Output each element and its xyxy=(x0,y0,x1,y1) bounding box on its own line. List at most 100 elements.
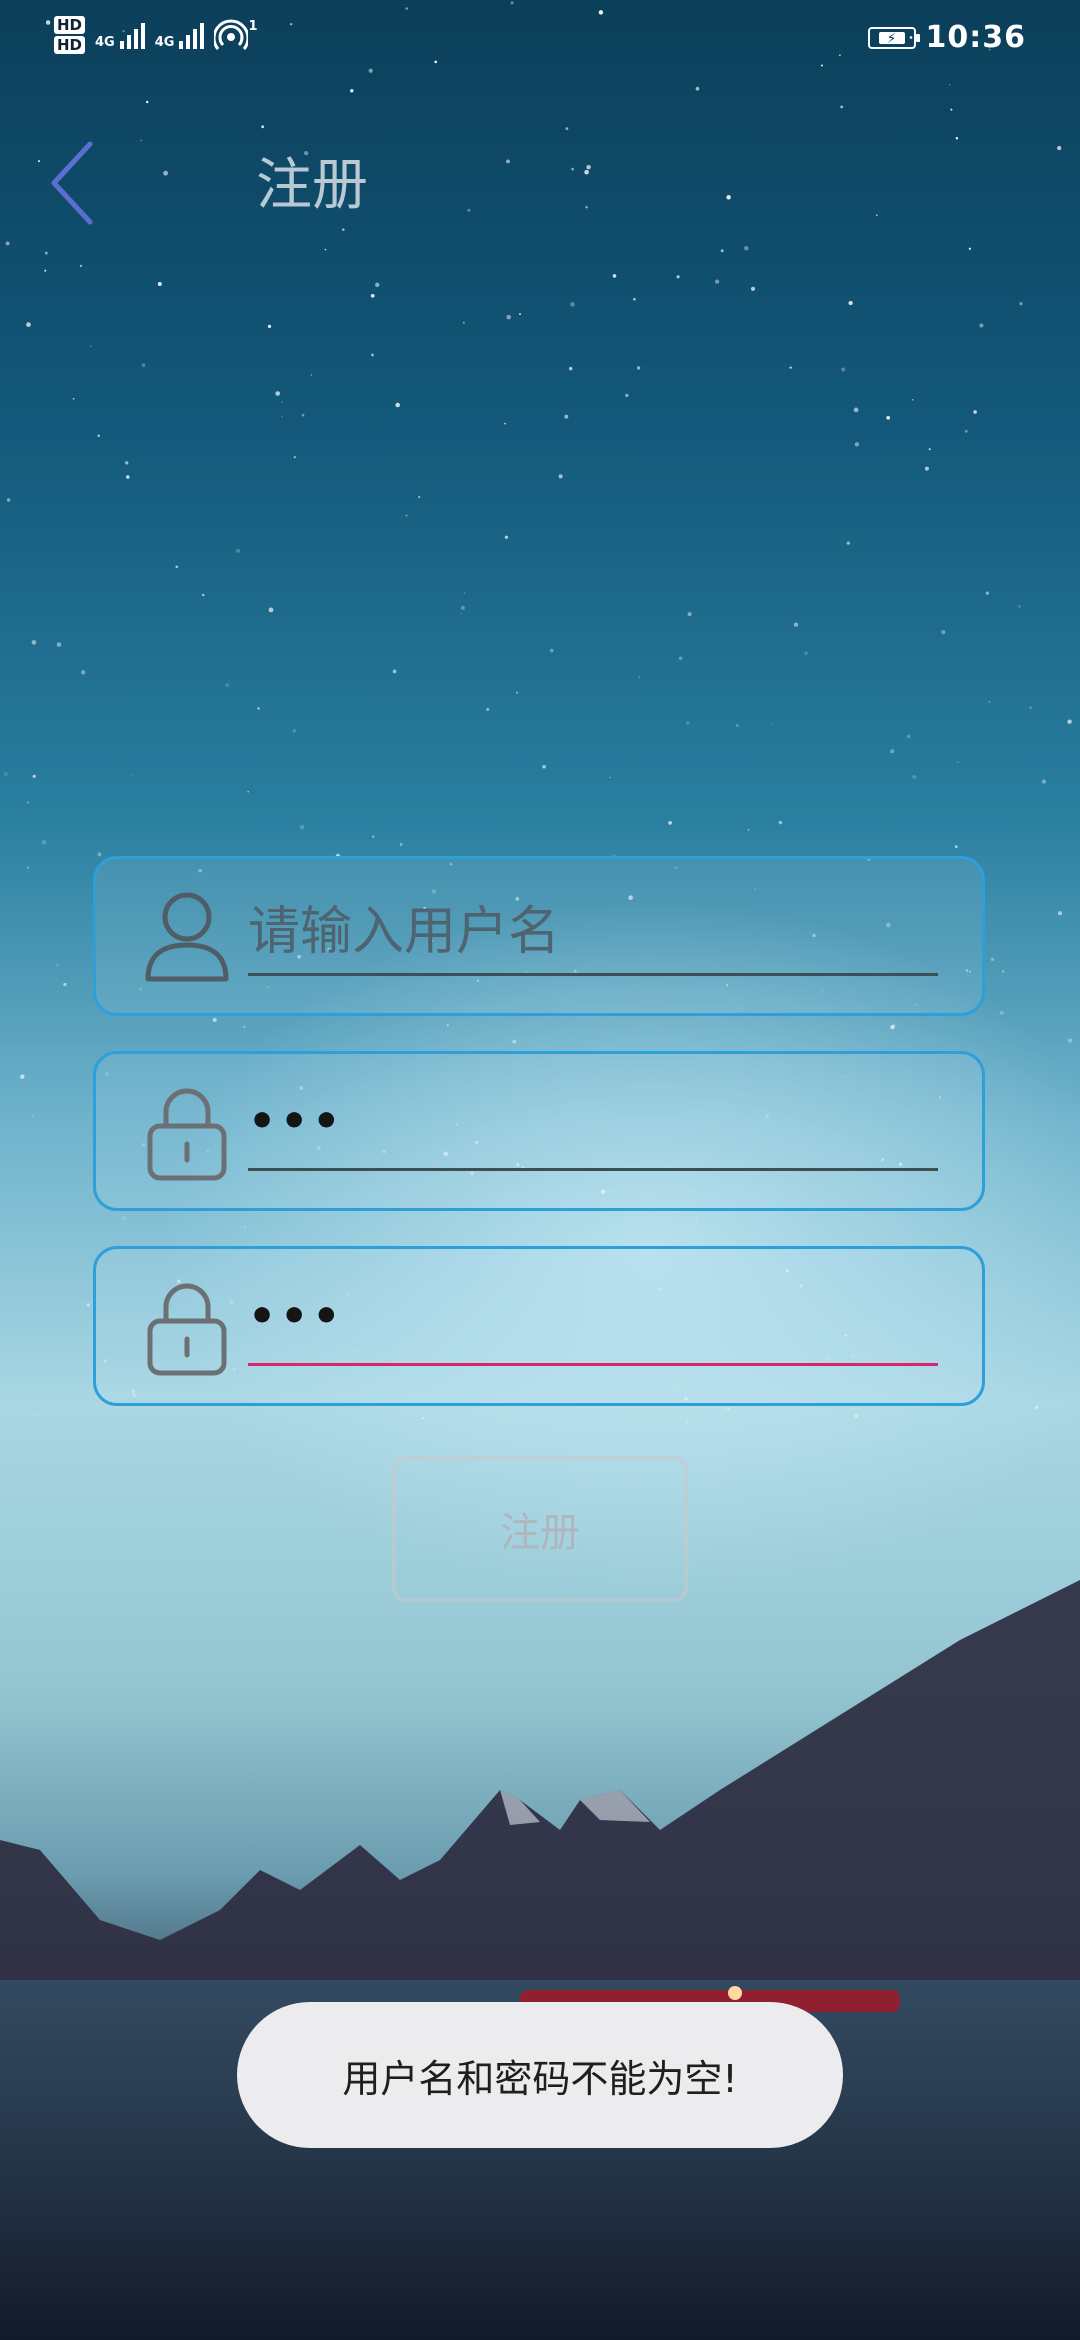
star xyxy=(846,541,850,545)
star xyxy=(571,167,574,171)
star xyxy=(1001,970,1005,973)
star xyxy=(275,391,280,396)
confirm-password-input[interactable]: ••• xyxy=(248,1287,938,1366)
star xyxy=(638,676,640,678)
star xyxy=(988,701,991,703)
star xyxy=(90,345,92,348)
star xyxy=(890,749,895,754)
star xyxy=(236,549,241,553)
signal-sim1-icon: 4G xyxy=(95,21,145,49)
password-field[interactable]: ••• xyxy=(93,1051,985,1211)
chevron-left-icon xyxy=(51,141,93,225)
star xyxy=(463,592,466,594)
star xyxy=(770,723,773,726)
register-button[interactable]: 注册 xyxy=(392,1456,688,1602)
star xyxy=(31,640,37,645)
star xyxy=(212,1017,217,1022)
star xyxy=(570,302,575,307)
star xyxy=(968,247,972,250)
star xyxy=(486,707,490,711)
star xyxy=(310,374,313,376)
star xyxy=(949,84,951,86)
star xyxy=(72,397,75,400)
star xyxy=(950,108,953,111)
star xyxy=(243,1025,246,1028)
star xyxy=(268,607,274,613)
star xyxy=(636,366,641,370)
star xyxy=(175,565,179,569)
star xyxy=(1034,1405,1039,1410)
confirm-password-field[interactable]: ••• xyxy=(93,1246,985,1406)
star xyxy=(157,282,162,286)
star xyxy=(130,774,132,777)
star xyxy=(26,801,30,804)
star xyxy=(80,670,86,675)
star xyxy=(609,776,611,779)
star xyxy=(750,286,756,291)
star xyxy=(954,845,958,849)
star xyxy=(460,612,462,615)
star xyxy=(261,125,265,129)
star xyxy=(890,1025,895,1030)
back-button[interactable] xyxy=(46,138,106,228)
star xyxy=(778,820,783,825)
star xyxy=(370,293,375,298)
star xyxy=(395,402,400,408)
star xyxy=(840,105,844,109)
star xyxy=(140,139,143,142)
star xyxy=(267,324,272,329)
star xyxy=(350,89,354,93)
star xyxy=(5,241,10,246)
star xyxy=(726,1406,730,1410)
star xyxy=(324,248,327,251)
star xyxy=(512,1039,517,1044)
username-input[interactable]: 请输入用户名 xyxy=(248,897,938,976)
star xyxy=(886,415,891,420)
star xyxy=(506,159,510,164)
star xyxy=(97,852,102,857)
clock: 10:36 xyxy=(925,20,1026,55)
star xyxy=(720,249,724,253)
star xyxy=(460,605,465,610)
star xyxy=(38,160,40,163)
star xyxy=(586,164,591,170)
star xyxy=(1041,779,1047,784)
star xyxy=(467,208,471,212)
star xyxy=(744,245,749,251)
star xyxy=(564,414,569,419)
star xyxy=(973,410,977,414)
star xyxy=(985,591,990,595)
star xyxy=(1057,146,1062,151)
username-field[interactable]: 请输入用户名 xyxy=(93,856,985,1016)
star xyxy=(63,982,67,987)
star xyxy=(698,1423,702,1427)
hotspot-icon: 1 xyxy=(214,19,258,51)
star xyxy=(928,448,931,451)
star xyxy=(44,269,47,272)
star xyxy=(558,474,563,479)
star xyxy=(292,729,297,733)
star xyxy=(299,825,305,830)
password-input[interactable]: ••• xyxy=(248,1092,938,1171)
star xyxy=(1019,301,1023,306)
star xyxy=(714,279,720,284)
star xyxy=(141,363,146,368)
toast-message: 用户名和密码不能为空! xyxy=(237,2002,843,2148)
star xyxy=(841,367,846,372)
star xyxy=(56,642,62,647)
star xyxy=(853,407,859,413)
star xyxy=(417,495,421,499)
star xyxy=(912,775,917,779)
star xyxy=(79,264,83,267)
star xyxy=(6,498,11,502)
star xyxy=(3,771,8,777)
signal-sim2-icon: 4G xyxy=(155,21,205,49)
star xyxy=(392,669,397,674)
star xyxy=(990,957,995,962)
star xyxy=(854,1414,859,1419)
star xyxy=(371,835,375,838)
hd-badge-2: HD xyxy=(54,36,86,54)
lock-icon xyxy=(147,1283,227,1376)
star xyxy=(625,393,629,398)
star xyxy=(612,274,617,278)
